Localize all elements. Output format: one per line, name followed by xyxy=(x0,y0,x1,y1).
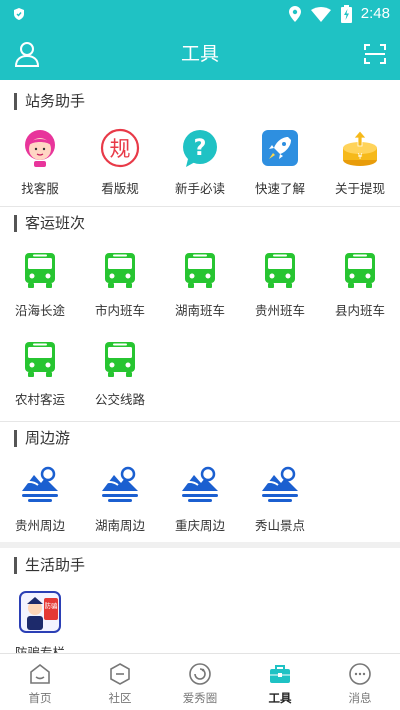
community-icon xyxy=(110,663,130,685)
toolbox-icon xyxy=(270,665,290,683)
status-time: 2:48 xyxy=(360,5,390,22)
tour-xiushan[interactable]: 秀山景点 xyxy=(240,465,320,534)
tab-messages[interactable]: 消息 xyxy=(320,654,400,710)
anti-fraud-icon: 防骗 xyxy=(19,591,61,633)
location-icon xyxy=(289,6,301,22)
svg-text:¥: ¥ xyxy=(357,152,362,161)
bus-icon xyxy=(105,342,135,377)
top-app-bar: 工具 xyxy=(0,28,400,80)
section-separator xyxy=(0,542,400,548)
svg-text:防骗: 防骗 xyxy=(45,601,59,610)
bus-hunan[interactable]: 湖南班车 xyxy=(160,250,240,319)
tab-tools[interactable]: 工具 xyxy=(240,654,320,710)
shield-icon xyxy=(14,8,24,20)
bottom-tab-bar: 首页 社区 爱秀圈 工具 消息 xyxy=(0,653,400,710)
scan-icon[interactable] xyxy=(364,43,386,65)
bus-icon xyxy=(345,253,375,288)
section-title-tour: 周边游 xyxy=(14,430,70,447)
tour-hunan[interactable]: 湖南周边 xyxy=(80,465,160,534)
tab-home[interactable]: 首页 xyxy=(0,654,80,710)
page-title: 工具 xyxy=(180,43,219,65)
status-bar: 2:48 xyxy=(0,0,400,28)
tour-guizhou[interactable]: 贵州周边 xyxy=(0,465,80,534)
circle-icon xyxy=(189,663,211,685)
bus-public-route[interactable]: 公交线路 xyxy=(80,339,160,408)
section-title-bus: 客运班次 xyxy=(14,215,85,232)
tab-community[interactable]: 社区 xyxy=(80,654,160,710)
tool-rules[interactable]: 规 看版规 xyxy=(80,128,160,197)
home-icon xyxy=(30,663,50,684)
bus-guizhou[interactable]: 贵州班车 xyxy=(240,250,320,319)
bus-city[interactable]: 市内班车 xyxy=(80,250,160,319)
tool-customer-service[interactable]: 找客服 xyxy=(0,128,80,197)
bus-icon xyxy=(265,253,295,288)
bus-icon xyxy=(185,253,215,288)
tour-chongqing[interactable]: 重庆周边 xyxy=(160,465,240,534)
bus-icon xyxy=(105,253,135,288)
withdraw-icon: ¥ xyxy=(343,130,377,166)
bus-coastal-long[interactable]: 沿海长途 xyxy=(0,250,80,319)
bus-county[interactable]: 县内班车 xyxy=(320,250,400,319)
rules-icon: 规 xyxy=(100,128,140,168)
bus-rural[interactable]: 农村客运 xyxy=(0,339,80,408)
section-title-life: 生活助手 xyxy=(14,557,85,574)
mountain-icon xyxy=(101,466,138,502)
tool-beginner-guide[interactable]: ? 新手必读 xyxy=(160,128,240,197)
bus-icon xyxy=(25,342,55,377)
section-divider xyxy=(0,206,400,207)
wifi-icon xyxy=(311,6,331,22)
section-divider xyxy=(0,421,400,422)
battery-icon xyxy=(341,5,352,23)
message-icon xyxy=(349,663,371,685)
bus-icon xyxy=(25,253,55,288)
mountain-icon xyxy=(21,466,58,502)
tool-withdraw[interactable]: ¥ 关于提现 xyxy=(320,128,400,197)
svg-text:规: 规 xyxy=(110,137,131,161)
help-icon: ? xyxy=(183,130,217,167)
mountain-icon xyxy=(261,466,298,502)
tab-circle[interactable]: 爱秀圈 xyxy=(160,654,240,710)
customer-service-icon xyxy=(25,130,55,167)
rocket-icon xyxy=(262,130,298,166)
mountain-icon xyxy=(181,466,218,502)
tools-content[interactable]: 站务助手 找客服 规 看版规 ? 新手必读 快速了解 ¥ 关于提现 客运班次 沿… xyxy=(0,80,400,653)
section-title-station: 站务助手 xyxy=(14,93,85,110)
svg-text:?: ? xyxy=(194,136,207,161)
tool-quick-start[interactable]: 快速了解 xyxy=(240,128,320,197)
life-anti-fraud[interactable]: 防骗 防骗专栏 xyxy=(0,590,80,653)
